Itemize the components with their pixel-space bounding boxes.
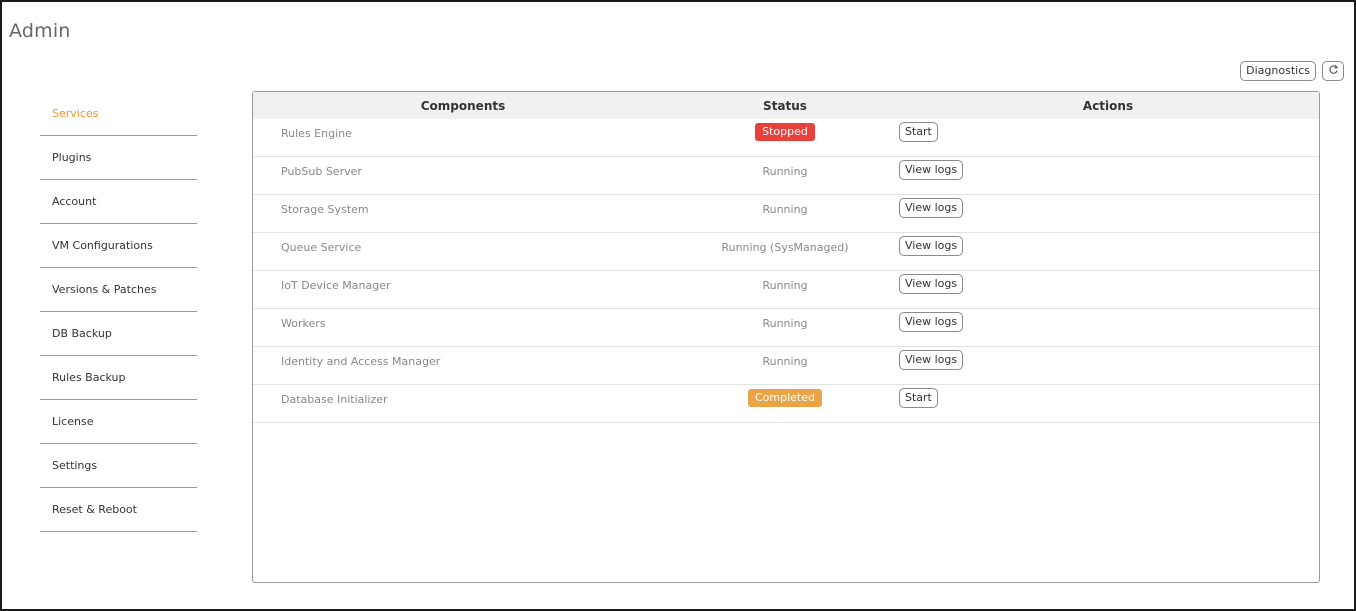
view-logs-button[interactable]: View logs bbox=[899, 350, 964, 370]
table-row: Queue Service Running (SysManaged) View … bbox=[253, 233, 1319, 271]
sidebar-item-settings[interactable]: Settings bbox=[40, 444, 197, 488]
sidebar-item-label: License bbox=[52, 415, 94, 428]
view-logs-button[interactable]: View logs bbox=[899, 274, 964, 294]
view-logs-button[interactable]: View logs bbox=[899, 312, 964, 332]
sidebar-item-label: Settings bbox=[52, 459, 98, 472]
sidebar-item-versions-patches[interactable]: Versions & Patches bbox=[40, 268, 197, 312]
component-name: Rules Engine bbox=[281, 127, 352, 140]
sidebar-item-label: VM Configurations bbox=[52, 239, 153, 252]
sidebar-item-plugins[interactable]: Plugins bbox=[40, 136, 197, 180]
component-name: Storage System bbox=[281, 203, 369, 216]
services-table: Components Status Actions Rules Engine S… bbox=[252, 91, 1320, 583]
sidebar-item-label: Account bbox=[52, 195, 97, 208]
diagnostics-button[interactable]: Diagnostics bbox=[1240, 61, 1316, 81]
sidebar-item-label: Plugins bbox=[52, 151, 92, 164]
status-text: Running bbox=[762, 165, 808, 178]
status-text: Running bbox=[762, 203, 808, 216]
status-badge: Stopped bbox=[755, 123, 815, 141]
sidebar-item-label: Rules Backup bbox=[52, 371, 126, 384]
sidebar-item-rules-backup[interactable]: Rules Backup bbox=[40, 356, 197, 400]
view-logs-button[interactable]: View logs bbox=[899, 236, 964, 256]
component-name: Workers bbox=[281, 317, 326, 330]
table-row: Identity and Access Manager Running View… bbox=[253, 347, 1319, 385]
sidebar-item-license[interactable]: License bbox=[40, 400, 197, 444]
component-name: Queue Service bbox=[281, 241, 362, 254]
table-header: Components Status Actions bbox=[253, 92, 1319, 119]
status-text: Running (SysManaged) bbox=[721, 241, 849, 254]
sidebar-item-label: Versions & Patches bbox=[52, 283, 157, 296]
sidebar-item-account[interactable]: Account bbox=[40, 180, 197, 224]
toolbar: Diagnostics bbox=[1240, 61, 1344, 81]
page-title: Admin bbox=[9, 20, 71, 42]
table-row: Workers Running View logs bbox=[253, 309, 1319, 347]
view-logs-button[interactable]: View logs bbox=[899, 198, 964, 218]
refresh-icon bbox=[1328, 64, 1339, 79]
admin-window: Admin Diagnostics Services Plugins Accou… bbox=[0, 0, 1356, 611]
sidebar-item-services[interactable]: Services bbox=[40, 92, 197, 136]
component-name: IoT Device Manager bbox=[281, 279, 391, 292]
status-badge: Completed bbox=[748, 389, 822, 407]
header-status: Status bbox=[763, 98, 807, 113]
component-name: PubSub Server bbox=[281, 165, 362, 178]
table-row: IoT Device Manager Running View logs bbox=[253, 271, 1319, 309]
sidebar-item-label: DB Backup bbox=[52, 327, 112, 340]
refresh-button[interactable] bbox=[1322, 61, 1344, 81]
sidebar-item-label: Services bbox=[52, 107, 99, 120]
sidebar-item-db-backup[interactable]: DB Backup bbox=[40, 312, 197, 356]
sidebar-item-label: Reset & Reboot bbox=[52, 503, 137, 516]
status-text: Running bbox=[762, 279, 808, 292]
table-row: Database Initializer Completed Start bbox=[253, 385, 1319, 423]
view-logs-button[interactable]: View logs bbox=[899, 160, 964, 180]
component-name: Database Initializer bbox=[281, 393, 388, 406]
sidebar-nav: Services Plugins Account VM Configuratio… bbox=[40, 92, 197, 532]
table-row: PubSub Server Running View logs bbox=[253, 157, 1319, 195]
component-name: Identity and Access Manager bbox=[281, 355, 441, 368]
status-text: Running bbox=[762, 317, 808, 330]
table-row: Storage System Running View logs bbox=[253, 195, 1319, 233]
header-actions: Actions bbox=[1082, 98, 1134, 113]
sidebar-item-vm-configurations[interactable]: VM Configurations bbox=[40, 224, 197, 268]
start-button[interactable]: Start bbox=[899, 388, 938, 408]
status-text: Running bbox=[762, 355, 808, 368]
sidebar-item-reset-reboot[interactable]: Reset & Reboot bbox=[40, 488, 197, 532]
header-components: Components bbox=[420, 98, 506, 113]
table-row: Rules Engine Stopped Start bbox=[253, 119, 1319, 157]
start-button[interactable]: Start bbox=[899, 122, 938, 142]
